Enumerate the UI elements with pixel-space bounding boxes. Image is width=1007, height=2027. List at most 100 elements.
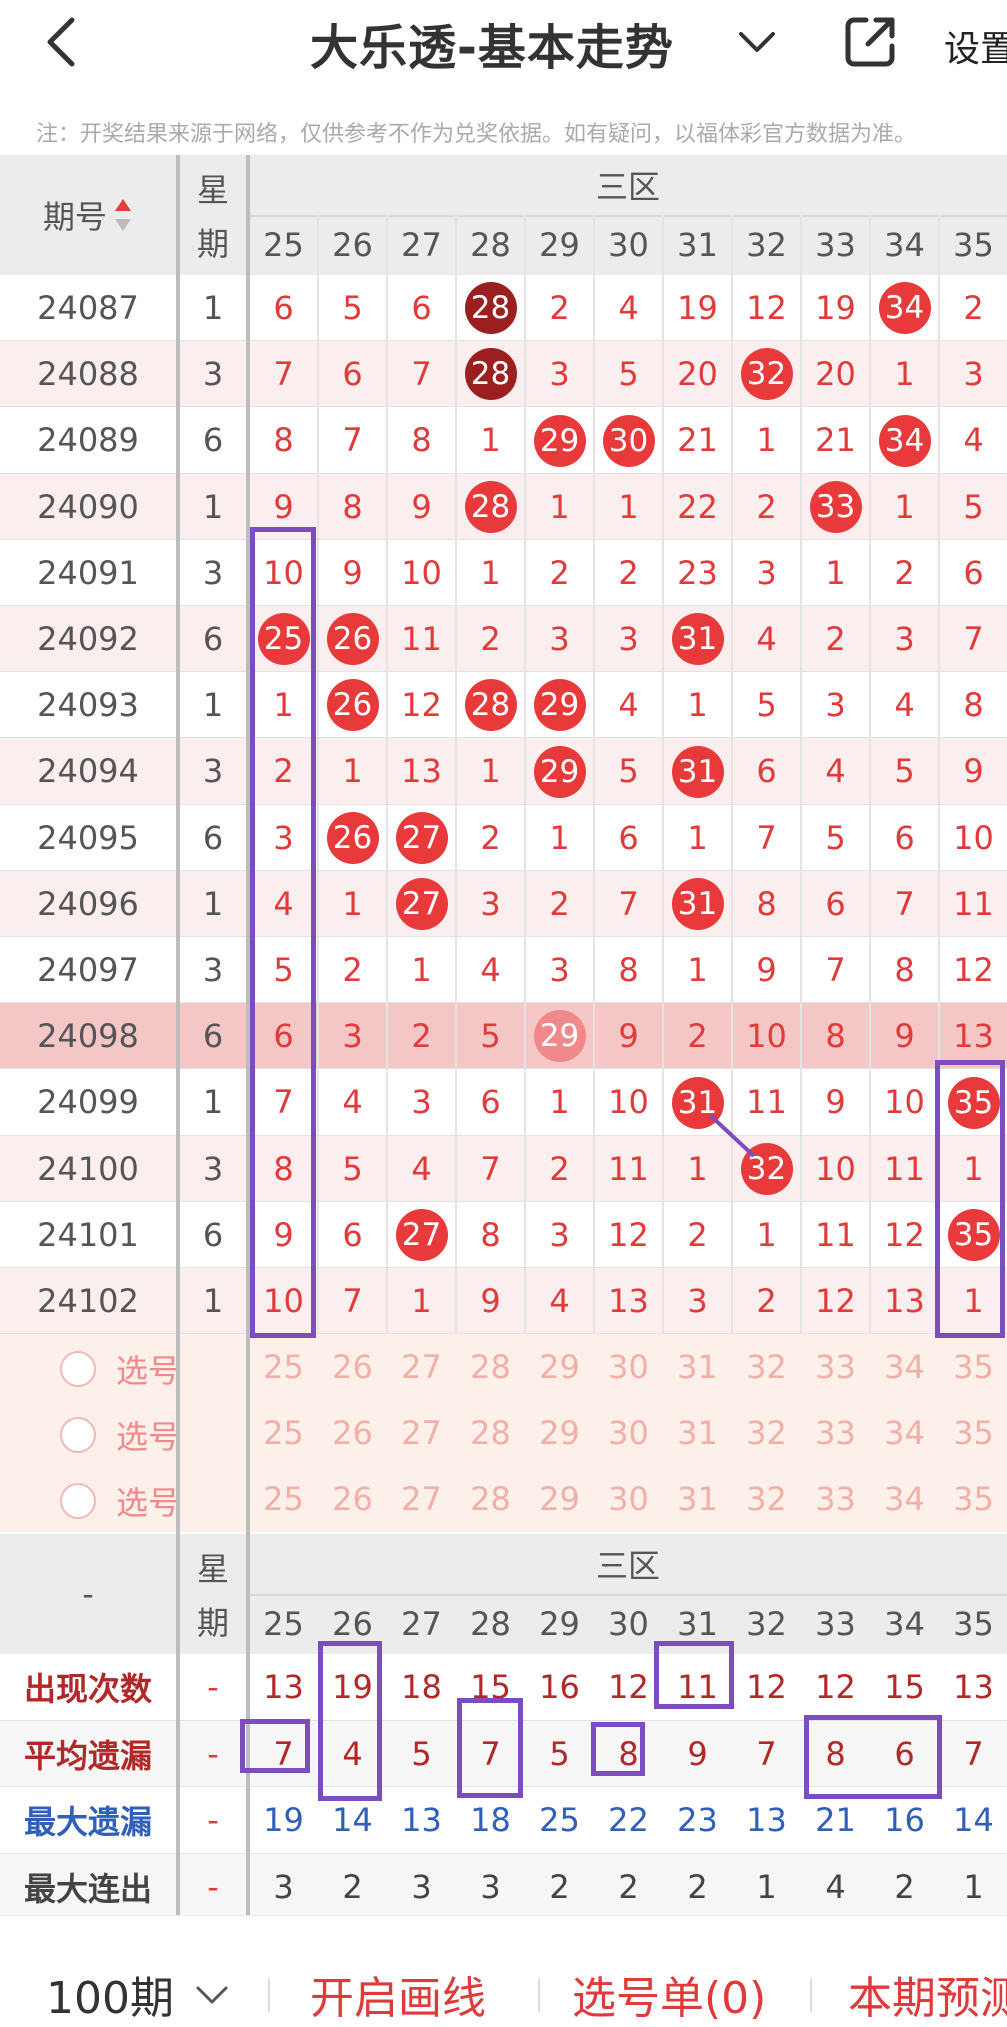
select-number[interactable]: 31 — [663, 1466, 732, 1532]
miss-count: 13 — [608, 1282, 649, 1321]
settings-button[interactable]: 设置 — [944, 20, 1007, 72]
week-day: 1 — [202, 1282, 224, 1321]
hit-ball[interactable]: 32 — [740, 1142, 793, 1195]
select-number[interactable]: 33 — [801, 1334, 870, 1400]
miss-count: 10 — [815, 1149, 856, 1188]
select-label[interactable]: 选号 — [116, 1478, 180, 1524]
select-number[interactable]: 26 — [318, 1334, 387, 1400]
select-number[interactable]: 31 — [663, 1334, 732, 1400]
select-number[interactable]: 26 — [318, 1466, 387, 1532]
zone-header[interactable]: 三区 — [249, 155, 1007, 215]
miss-count: 12 — [746, 289, 787, 328]
hit-ball[interactable]: 31 — [671, 613, 724, 666]
hit-ball[interactable]: 28 — [464, 348, 517, 401]
select-number[interactable]: 33 — [801, 1466, 870, 1532]
stats-value: 22 — [608, 1801, 649, 1840]
select-label[interactable]: 选号 — [116, 1412, 180, 1458]
select-radio-icon[interactable] — [60, 1417, 96, 1454]
sort-icon[interactable] — [113, 197, 133, 233]
period-chevron-icon[interactable] — [192, 1980, 232, 2010]
hit-ball[interactable]: 29 — [533, 414, 586, 467]
hit-ball[interactable]: 28 — [464, 679, 517, 732]
hit-ball[interactable]: 26 — [326, 811, 379, 864]
select-number[interactable]: 35 — [939, 1400, 1007, 1466]
hit-ball[interactable]: 30 — [602, 414, 655, 467]
hit-ball[interactable]: 29 — [533, 745, 586, 798]
hit-ball[interactable]: 34 — [878, 414, 931, 467]
select-number[interactable]: 28 — [456, 1400, 525, 1466]
miss-count: 4 — [618, 289, 639, 328]
hit-ball[interactable]: 29 — [533, 1010, 586, 1063]
select-number[interactable]: 32 — [732, 1400, 801, 1466]
hit-ball[interactable]: 31 — [671, 745, 724, 798]
select-radio-icon[interactable] — [60, 1483, 96, 1520]
select-number[interactable]: 35 — [939, 1466, 1007, 1532]
draw-line-button[interactable]: 开启画线 — [310, 1962, 486, 2026]
select-number[interactable]: 27 — [387, 1466, 456, 1532]
chevron-down-icon[interactable] — [735, 22, 779, 62]
select-number[interactable]: 34 — [870, 1334, 939, 1400]
select-number[interactable]: 30 — [594, 1400, 663, 1466]
hit-ball[interactable]: 26 — [326, 613, 379, 666]
select-number[interactable]: 34 — [870, 1400, 939, 1466]
issue-header-label: 期号 — [42, 198, 107, 236]
hit-ball[interactable]: 33 — [809, 480, 862, 533]
select-number[interactable]: 29 — [525, 1466, 594, 1532]
period-selector[interactable]: 100期 — [46, 1962, 174, 2026]
issue-number: 24098 — [37, 1017, 139, 1056]
select-number[interactable]: 25 — [249, 1400, 318, 1466]
hit-ball[interactable]: 31 — [671, 1076, 724, 1129]
select-number[interactable]: 33 — [801, 1400, 870, 1466]
hit-ball[interactable]: 28 — [464, 282, 517, 335]
select-number[interactable]: 30 — [594, 1334, 663, 1400]
miss-count: 2 — [549, 1149, 570, 1188]
hit-ball[interactable]: 31 — [671, 877, 724, 930]
selection-list-button[interactable]: 选号单(0) — [572, 1962, 766, 2026]
select-radio-icon[interactable] — [60, 1351, 96, 1388]
select-number[interactable]: 25 — [249, 1466, 318, 1532]
hit-ball[interactable]: 26 — [326, 679, 379, 732]
hit-ball[interactable]: 27 — [395, 877, 448, 930]
hit-ball[interactable]: 34 — [878, 282, 931, 335]
column-header: 27 — [401, 226, 442, 264]
week-day: 3 — [202, 951, 224, 990]
select-number[interactable]: 35 — [939, 1334, 1007, 1400]
week-header[interactable]: 期 — [180, 217, 246, 267]
footer-divider — [538, 1978, 540, 2012]
page-title[interactable]: 大乐透-基本走势 — [310, 8, 674, 78]
stats-value: 5 — [411, 1734, 432, 1773]
select-number[interactable]: 30 — [594, 1466, 663, 1532]
hit-ball[interactable]: 28 — [464, 480, 517, 533]
week-header[interactable]: 星 — [180, 163, 246, 213]
select-number[interactable]: 27 — [387, 1400, 456, 1466]
stats-value: 2 — [618, 1867, 639, 1906]
select-number[interactable]: 28 — [456, 1334, 525, 1400]
select-number[interactable]: 27 — [387, 1334, 456, 1400]
miss-count: 23 — [677, 553, 718, 592]
select-number[interactable]: 32 — [732, 1334, 801, 1400]
miss-count: 3 — [618, 620, 639, 659]
miss-count: 1 — [411, 951, 432, 990]
select-number[interactable]: 26 — [318, 1400, 387, 1466]
hit-ball[interactable]: 32 — [740, 348, 793, 401]
hit-ball[interactable]: 27 — [395, 811, 448, 864]
select-number[interactable]: 29 — [525, 1334, 594, 1400]
miss-count: 5 — [480, 1017, 501, 1056]
stats-value: 4 — [825, 1867, 846, 1906]
share-icon[interactable] — [842, 14, 898, 70]
hit-ball[interactable]: 27 — [395, 1208, 448, 1261]
column-header: 34 — [884, 1605, 925, 1644]
select-number[interactable]: 32 — [732, 1466, 801, 1532]
select-number[interactable]: 29 — [525, 1400, 594, 1466]
issue-number: 24095 — [37, 818, 139, 857]
miss-count: 1 — [894, 355, 915, 394]
select-number[interactable]: 25 — [249, 1334, 318, 1400]
select-number[interactable]: 28 — [456, 1466, 525, 1532]
issue-header[interactable]: 期号 — [0, 155, 176, 275]
hit-ball[interactable]: 29 — [533, 679, 586, 732]
forecast-button[interactable]: 本期预测 — [848, 1962, 1007, 2026]
select-number[interactable]: 34 — [870, 1466, 939, 1532]
select-label[interactable]: 选号 — [116, 1346, 180, 1392]
back-arrow-icon[interactable] — [38, 14, 88, 70]
select-number[interactable]: 31 — [663, 1400, 732, 1466]
